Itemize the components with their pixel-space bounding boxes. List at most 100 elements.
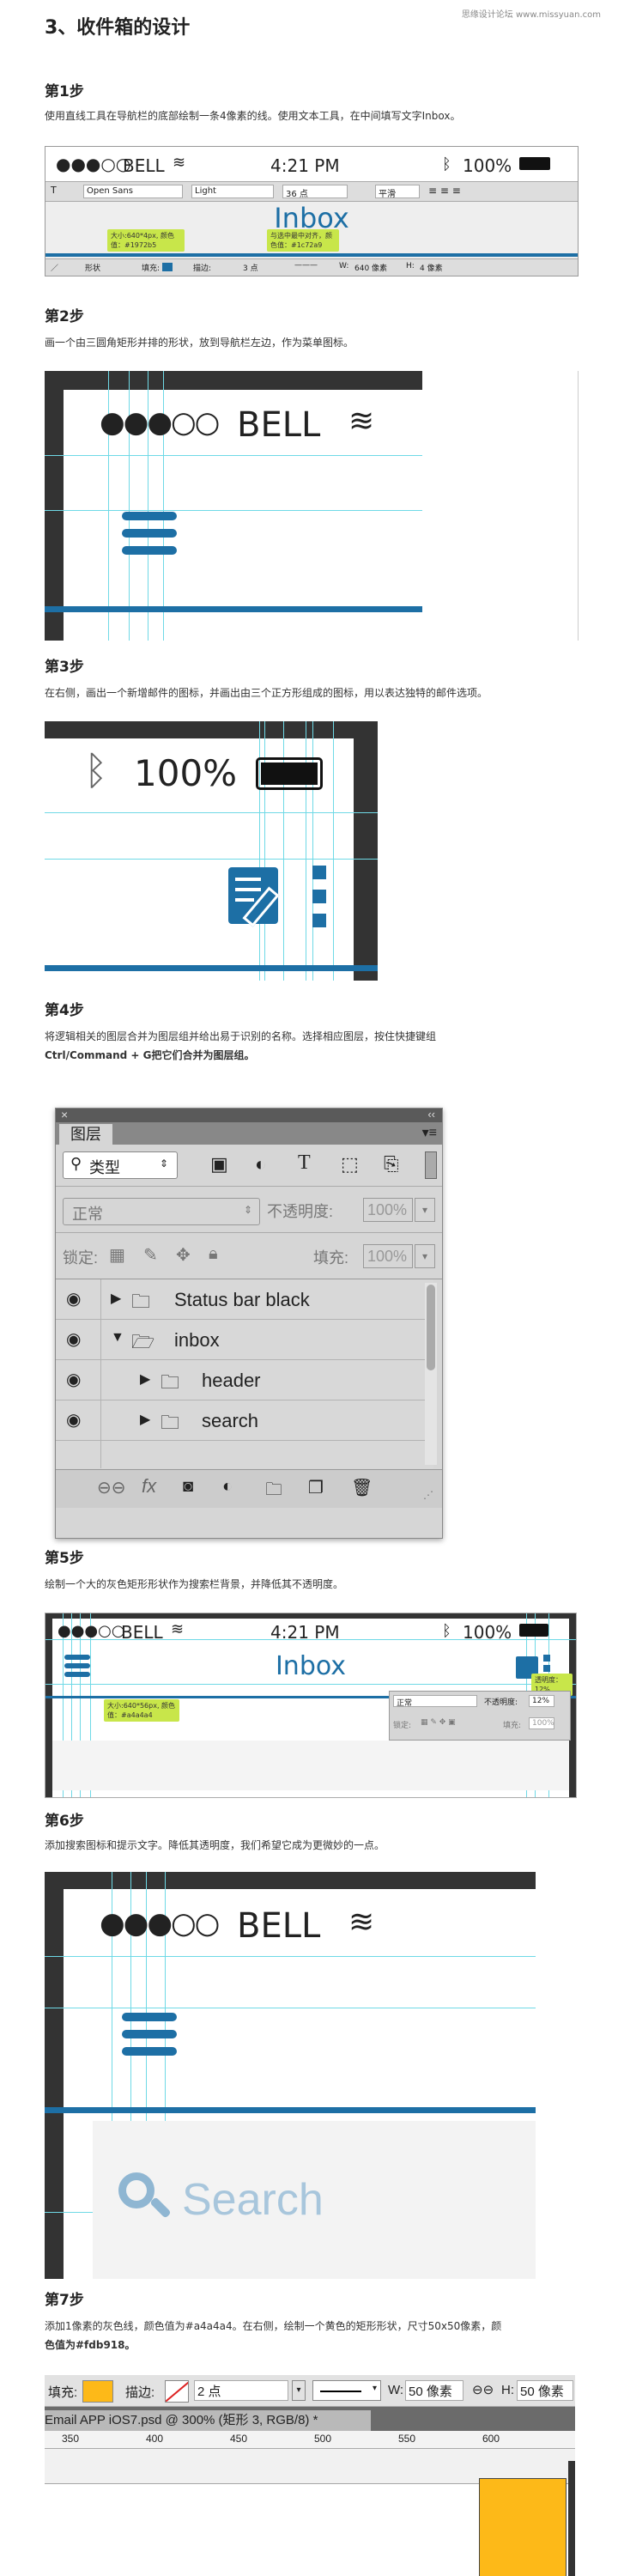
eye-icon[interactable]: ◉: [66, 1328, 81, 1350]
step3-screenshot: ᛒ 100%: [45, 721, 378, 981]
fill-swatch[interactable]: [82, 2380, 113, 2403]
fx-icon[interactable]: fx: [142, 1475, 156, 1498]
fill-input[interactable]: 100%: [363, 1244, 413, 1268]
collapse-icon[interactable]: ‹‹: [427, 1109, 435, 1121]
panel-menu-icon[interactable]: ▾≡: [422, 1124, 437, 1141]
type-filter-icon[interactable]: T: [298, 1151, 311, 1175]
link-icon[interactable]: ⊖⊖: [472, 2382, 494, 2397]
opacity-dropdown[interactable]: ▾: [415, 1198, 435, 1222]
step-desc: 色值为#fdb918。: [45, 2339, 136, 2351]
blend-mode-value: 正常: [72, 1206, 103, 1223]
image-filter-icon[interactable]: ▣: [210, 1153, 228, 1176]
search-placeholder[interactable]: Search: [182, 2174, 324, 2226]
expand-arrow-icon[interactable]: ▶: [140, 1411, 150, 1428]
stroke-size-input[interactable]: 2 点: [194, 2380, 288, 2401]
blend-mode-select[interactable]: 正常 ⇕: [63, 1198, 260, 1225]
signal-dots: ●●●○○: [100, 405, 220, 440]
line-tool-icon[interactable]: ／: [51, 262, 58, 273]
step-desc: 在右侧，画出一个新增邮件的图标，并画出由三个正方形组成的图标，用以表达独特的邮件…: [45, 687, 488, 699]
expand-arrow-icon[interactable]: ▶: [140, 1370, 150, 1388]
collapse-arrow-icon[interactable]: ▼: [111, 1330, 124, 1346]
eye-icon[interactable]: ◉: [66, 1369, 81, 1390]
battery-label: 100%: [134, 752, 238, 794]
scrollbar-thumb[interactable]: [427, 1285, 435, 1370]
battery-label: 100%: [463, 1622, 512, 1643]
eye-icon[interactable]: ◉: [66, 1288, 81, 1309]
status-bar: ●●●○○ BELL ≋ 4:21 PM ᛒ 100%: [45, 147, 578, 181]
layer-row-search[interactable]: ◉ ▶ 🗀 search: [56, 1400, 433, 1441]
w-input[interactable]: 50 像素: [405, 2380, 464, 2401]
menu-icon-bar-1: [122, 512, 177, 520]
layer-row-inbox[interactable]: ◉ ▼ 🗁 inbox: [56, 1320, 433, 1360]
smartobject-filter-icon[interactable]: ⎘: [384, 1153, 399, 1176]
blend-mode-select[interactable]: 正常: [393, 1695, 477, 1708]
yellow-rectangle[interactable]: [479, 2478, 566, 2576]
font-size-select[interactable]: 36 点: [282, 185, 348, 199]
new-group-icon[interactable]: 🗀: [265, 1477, 282, 1506]
layer-name: header: [202, 1370, 261, 1391]
trash-icon[interactable]: 🗑︎: [351, 1477, 373, 1498]
fill-dropdown[interactable]: ▾: [415, 1244, 435, 1268]
stroke-size-dropdown[interactable]: ▾: [292, 2380, 306, 2401]
stroke-swatch[interactable]: [165, 2380, 189, 2403]
step-desc: 使用直线工具在导航栏的底部绘制一条4像素的线。使用文本工具，在中间填写文字Inb…: [45, 110, 461, 122]
ruler-tick: 400: [146, 2433, 164, 2445]
opacity-input[interactable]: 100%: [363, 1198, 413, 1222]
stroke-style-select[interactable]: ▾: [312, 2380, 381, 2401]
stroke-style[interactable]: ———: [294, 261, 318, 270]
adjustment-filter-icon[interactable]: ◐: [255, 1153, 266, 1176]
lock-transparent-icon[interactable]: ▦: [109, 1244, 125, 1266]
text-tool-icon[interactable]: T: [51, 185, 57, 196]
doc-tab[interactable]: Email APP iOS7.psd @ 300% (矩形 3, RGB/8) …: [45, 2410, 371, 2431]
nav-bottom-line: [45, 2107, 536, 2113]
font-family-select[interactable]: Open Sans: [83, 185, 183, 198]
shape-filter-icon[interactable]: ⬚: [341, 1153, 359, 1176]
stroke-label: 描边:: [125, 2385, 155, 2400]
frame-right: [568, 2461, 575, 2576]
lock-position-icon[interactable]: ✥: [176, 1244, 191, 1266]
battery-label: 100%: [463, 155, 512, 176]
link-icon[interactable]: ⊖⊖: [97, 1477, 126, 1498]
tab-layers[interactable]: 图层: [59, 1124, 112, 1145]
layer-filter-select[interactable]: ⚲ 类型 ⇕: [63, 1151, 178, 1179]
layer-row-partial[interactable]: [56, 1441, 433, 1468]
new-layer-icon[interactable]: ❐: [308, 1477, 324, 1498]
resize-grip-icon[interactable]: ⋰: [423, 1489, 433, 1501]
signal-dots: ●●●○○: [56, 154, 131, 174]
size-tooltip: 大小:640*56px, 颜色值：#a4a4a4: [104, 1699, 179, 1722]
filter-toggle[interactable]: [425, 1151, 437, 1179]
divider: [578, 371, 579, 641]
close-icon[interactable]: ×: [61, 1109, 68, 1121]
ruler-tick: 500: [314, 2433, 332, 2445]
layer-row-header[interactable]: ◉ ▶ 🗀 header: [56, 1360, 433, 1400]
h-value[interactable]: 4 像素: [420, 262, 443, 273]
w-value[interactable]: 640 像素: [354, 262, 387, 273]
expand-arrow-icon[interactable]: ▶: [111, 1290, 121, 1307]
adjustment-icon[interactable]: ◐: [222, 1477, 233, 1497]
shape-mode[interactable]: 形状: [85, 262, 100, 273]
fill-swatch[interactable]: [162, 263, 173, 271]
font-weight-select[interactable]: Light: [191, 185, 274, 198]
fill-label: 填充:: [48, 2385, 78, 2400]
options-square-1: [312, 866, 326, 879]
scrollbar-track[interactable]: [425, 1283, 437, 1465]
mask-icon[interactable]: ◙: [183, 1477, 193, 1497]
opacity-input[interactable]: 12%: [529, 1695, 554, 1707]
fill-input[interactable]: 100%: [529, 1717, 554, 1729]
antialias-select[interactable]: 平滑: [375, 185, 420, 199]
search-bar-bg: Search: [93, 2121, 536, 2279]
lock-icons[interactable]: ▦ ✎ ✥ ▣: [421, 1718, 456, 1727]
layer-row-statusbar[interactable]: ◉ ▶ 🗀 Status bar black: [56, 1279, 433, 1320]
align-icons[interactable]: ≡ ≡ ≡: [428, 185, 461, 197]
ruler-tick: 550: [398, 2433, 416, 2445]
w-label: W:: [388, 2383, 404, 2397]
stroke-size[interactable]: 3 点: [243, 262, 258, 273]
bluetooth-icon: ᛒ: [442, 155, 451, 173]
options-square-3: [312, 914, 326, 927]
eye-icon[interactable]: ◉: [66, 1409, 81, 1431]
lock-all-icon[interactable]: 🔒︎: [209, 1244, 218, 1264]
lock-image-icon[interactable]: ✎: [143, 1244, 158, 1266]
nav-bottom-line: [45, 965, 378, 971]
h-label: H:: [406, 262, 415, 270]
h-input[interactable]: 50 像素: [517, 2380, 573, 2401]
